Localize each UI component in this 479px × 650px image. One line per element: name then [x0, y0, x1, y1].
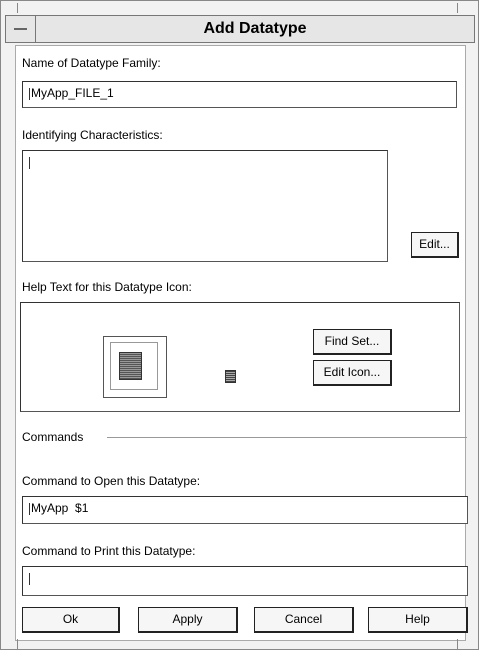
commands-separator [107, 437, 467, 438]
find-set-button[interactable]: Find Set... [313, 329, 392, 355]
window-menu-button[interactable] [6, 16, 36, 42]
help-text-label: Help Text for this Datatype Icon: [22, 280, 192, 294]
window-title: Add Datatype [203, 20, 307, 37]
title-bar[interactable]: Add Datatype [5, 15, 475, 43]
frame-tick [17, 3, 18, 13]
edit-icon-button[interactable]: Edit Icon... [313, 360, 392, 386]
text-cursor [29, 156, 30, 169]
datatype-name-value: MyApp_FILE_1 [31, 86, 114, 100]
dialog-content: Name of Datatype Family: MyApp_FILE_1 Id… [15, 45, 468, 641]
window-menu-icon [14, 28, 27, 30]
text-cursor [29, 502, 30, 515]
document-icon-large [119, 352, 142, 380]
commands-group-label: Commands [22, 430, 84, 444]
frame-tick [17, 639, 18, 649]
add-datatype-window: Add Datatype Name of Datatype Family: My… [0, 0, 479, 650]
frame-tick [457, 639, 458, 649]
help-text-area[interactable]: Find Set... Edit Icon... [20, 302, 460, 412]
apply-button[interactable]: Apply [138, 607, 238, 633]
large-icon-preview [103, 336, 167, 398]
help-button[interactable]: Help [368, 607, 468, 633]
print-command-field[interactable] [22, 566, 468, 596]
open-command-label: Command to Open this Datatype: [22, 474, 201, 488]
print-command-label: Command to Print this Datatype: [22, 544, 196, 558]
cancel-button[interactable]: Cancel [254, 607, 354, 633]
document-icon-small [225, 370, 236, 383]
characteristics-label: Identifying Characteristics: [22, 128, 163, 142]
text-cursor [29, 572, 30, 585]
large-icon-frame [110, 342, 158, 390]
open-command-field[interactable]: MyApp $1 [22, 496, 468, 524]
frame-tick [457, 3, 458, 13]
edit-characteristics-button[interactable]: Edit... [411, 232, 459, 258]
text-cursor [29, 87, 30, 100]
open-command-value: MyApp $1 [31, 501, 89, 515]
name-label: Name of Datatype Family: [22, 56, 161, 70]
datatype-name-field[interactable]: MyApp_FILE_1 [22, 81, 457, 108]
characteristics-field[interactable] [22, 150, 388, 262]
ok-button[interactable]: Ok [22, 607, 120, 633]
